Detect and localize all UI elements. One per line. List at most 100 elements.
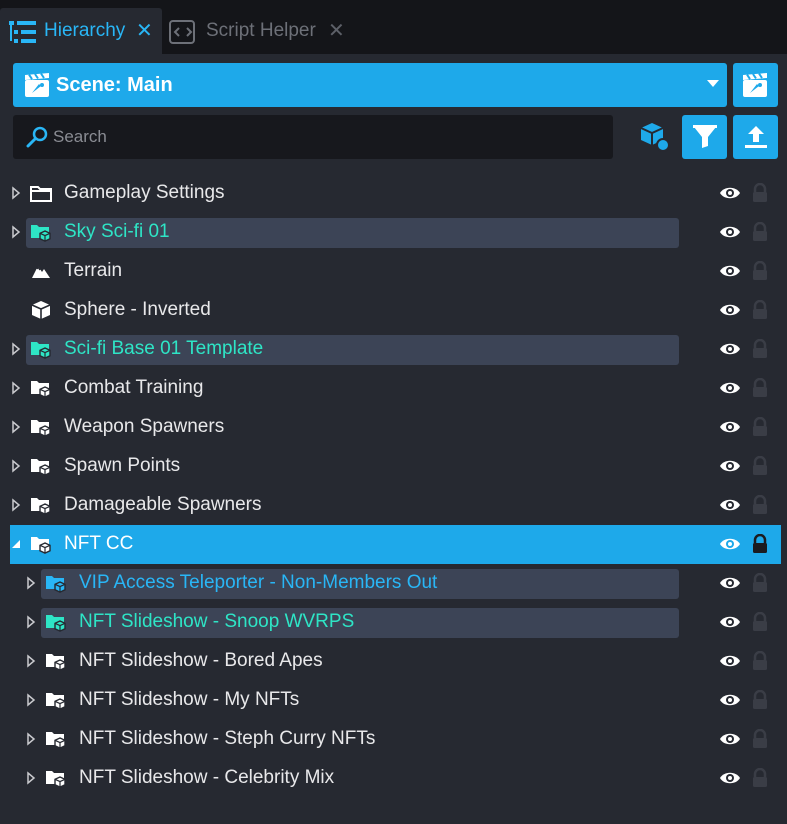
lock-icon[interactable] xyxy=(751,183,769,203)
chevron-down-icon xyxy=(707,80,719,87)
caret-collapsed-icon[interactable] xyxy=(26,771,36,785)
eye-icon[interactable] xyxy=(719,263,741,279)
lock-icon[interactable] xyxy=(751,651,769,671)
tree-row[interactable]: Gameplay Settings xyxy=(0,174,787,213)
tree-row[interactable]: Sci-fi Base 01 Template xyxy=(0,330,787,369)
group-folder-icon xyxy=(46,771,66,788)
eye-icon[interactable] xyxy=(719,614,741,630)
eye-icon[interactable] xyxy=(719,536,741,552)
tree-row-label: VIP Access Teleporter - Non-Members Out xyxy=(79,572,438,593)
tree-row-label: Sphere - Inverted xyxy=(64,299,211,320)
caret-collapsed-icon[interactable] xyxy=(26,654,36,668)
eye-icon[interactable] xyxy=(719,770,741,786)
eye-icon[interactable] xyxy=(719,653,741,669)
search-box xyxy=(13,115,613,159)
lock-icon[interactable] xyxy=(751,417,769,437)
tree-row[interactable]: NFT Slideshow - Celebrity Mix xyxy=(0,759,787,798)
object-type-button[interactable] xyxy=(636,119,672,155)
caret-collapsed-icon[interactable] xyxy=(11,420,21,434)
group-folder-icon xyxy=(31,420,51,437)
tree-row[interactable]: Weapon Spawners xyxy=(0,408,787,447)
scene-settings-button[interactable] xyxy=(733,63,778,107)
group-folder-icon xyxy=(31,381,51,398)
tree-row[interactable]: VIP Access Teleporter - Non-Members Out xyxy=(0,564,787,603)
tree-row[interactable]: NFT Slideshow - My NFTs xyxy=(0,681,787,720)
tab-label: Script Helper xyxy=(206,20,316,41)
tree-row[interactable]: NFT CC xyxy=(0,525,787,564)
eye-icon[interactable] xyxy=(719,731,741,747)
search-input[interactable] xyxy=(53,115,603,159)
eye-icon[interactable] xyxy=(719,380,741,396)
lock-icon[interactable] xyxy=(751,612,769,632)
group-folder-icon xyxy=(31,537,51,554)
caret-collapsed-icon[interactable] xyxy=(26,693,36,707)
caret-collapsed-icon[interactable] xyxy=(11,186,21,200)
lock-icon[interactable] xyxy=(751,300,769,320)
lock-icon[interactable] xyxy=(751,456,769,476)
tree-row[interactable]: NFT Slideshow - Steph Curry NFTs xyxy=(0,720,787,759)
tree-row-label: Spawn Points xyxy=(64,455,181,476)
tree-row[interactable]: Spawn Points xyxy=(0,447,787,486)
lock-icon[interactable] xyxy=(751,339,769,359)
tree-row-label: Weapon Spawners xyxy=(64,416,225,437)
lock-icon[interactable] xyxy=(751,222,769,242)
script-icon xyxy=(169,20,195,44)
close-icon[interactable]: ✕ xyxy=(136,20,153,42)
template-folder-icon xyxy=(31,225,51,242)
caret-collapsed-icon[interactable] xyxy=(11,459,21,473)
caret-collapsed-icon[interactable] xyxy=(11,498,21,512)
eye-icon[interactable] xyxy=(719,185,741,201)
hierarchy-icon xyxy=(9,21,36,43)
terrain-icon xyxy=(32,265,50,278)
lock-icon[interactable] xyxy=(751,495,769,515)
tree-row[interactable]: Terrain xyxy=(0,252,787,291)
eye-icon[interactable] xyxy=(719,575,741,591)
tree-row-label: NFT Slideshow - Celebrity Mix xyxy=(79,767,335,788)
tree-row[interactable]: Sky Sci-fi 01 xyxy=(0,213,787,252)
caret-collapsed-icon[interactable] xyxy=(26,576,36,590)
lock-icon[interactable] xyxy=(751,378,769,398)
tree-row[interactable]: Damageable Spawners xyxy=(0,486,787,525)
tree-row-label: NFT CC xyxy=(64,533,134,554)
lock-icon[interactable] xyxy=(751,261,769,281)
eye-icon[interactable] xyxy=(719,497,741,513)
caret-collapsed-icon[interactable] xyxy=(11,225,21,239)
close-icon[interactable]: ✕ xyxy=(328,20,345,42)
eye-icon[interactable] xyxy=(719,692,741,708)
filter-button[interactable] xyxy=(682,115,727,159)
caret-expanded-icon[interactable] xyxy=(11,537,21,551)
scene-dropdown[interactable]: Scene: Main xyxy=(13,63,727,107)
caret-collapsed-icon[interactable] xyxy=(26,615,36,629)
tree-row-label: Damageable Spawners xyxy=(64,494,262,515)
eye-icon[interactable] xyxy=(719,458,741,474)
tree-row[interactable]: Sphere - Inverted xyxy=(0,291,787,330)
eye-icon[interactable] xyxy=(719,341,741,357)
scene-clapper-icon xyxy=(743,72,767,97)
lock-icon[interactable] xyxy=(751,573,769,593)
tree-row-label: NFT Slideshow - Bored Apes xyxy=(79,650,323,671)
tab-label: Hierarchy xyxy=(44,20,126,41)
tree-row[interactable]: NFT Slideshow - Snoop WVRPS xyxy=(0,603,787,642)
group-folder-icon xyxy=(31,459,51,476)
eye-icon[interactable] xyxy=(719,224,741,240)
tab-script-helper[interactable]: Script Helper ✕ xyxy=(164,8,354,54)
tab-bar: Hierarchy ✕ Script Helper ✕ xyxy=(0,0,787,54)
tree-row[interactable]: NFT Slideshow - Bored Apes xyxy=(0,642,787,681)
caret-collapsed-icon[interactable] xyxy=(26,732,36,746)
cube-object-icon xyxy=(640,123,670,152)
template-folder-icon xyxy=(46,576,66,593)
lock-icon[interactable] xyxy=(751,690,769,710)
eye-icon[interactable] xyxy=(719,419,741,435)
lock-icon[interactable] xyxy=(751,729,769,749)
tree-row[interactable]: Combat Training xyxy=(0,369,787,408)
tree-row-label: Terrain xyxy=(64,260,123,281)
caret-collapsed-icon[interactable] xyxy=(11,381,21,395)
caret-collapsed-icon[interactable] xyxy=(11,342,21,356)
eye-icon[interactable] xyxy=(719,302,741,318)
lock-icon[interactable] xyxy=(751,534,769,554)
upload-button[interactable] xyxy=(733,115,778,159)
tab-hierarchy[interactable]: Hierarchy ✕ xyxy=(0,8,162,54)
lock-icon[interactable] xyxy=(751,768,769,788)
filter-icon xyxy=(693,125,717,148)
tree-row-label: NFT Slideshow - Steph Curry NFTs xyxy=(79,728,376,749)
